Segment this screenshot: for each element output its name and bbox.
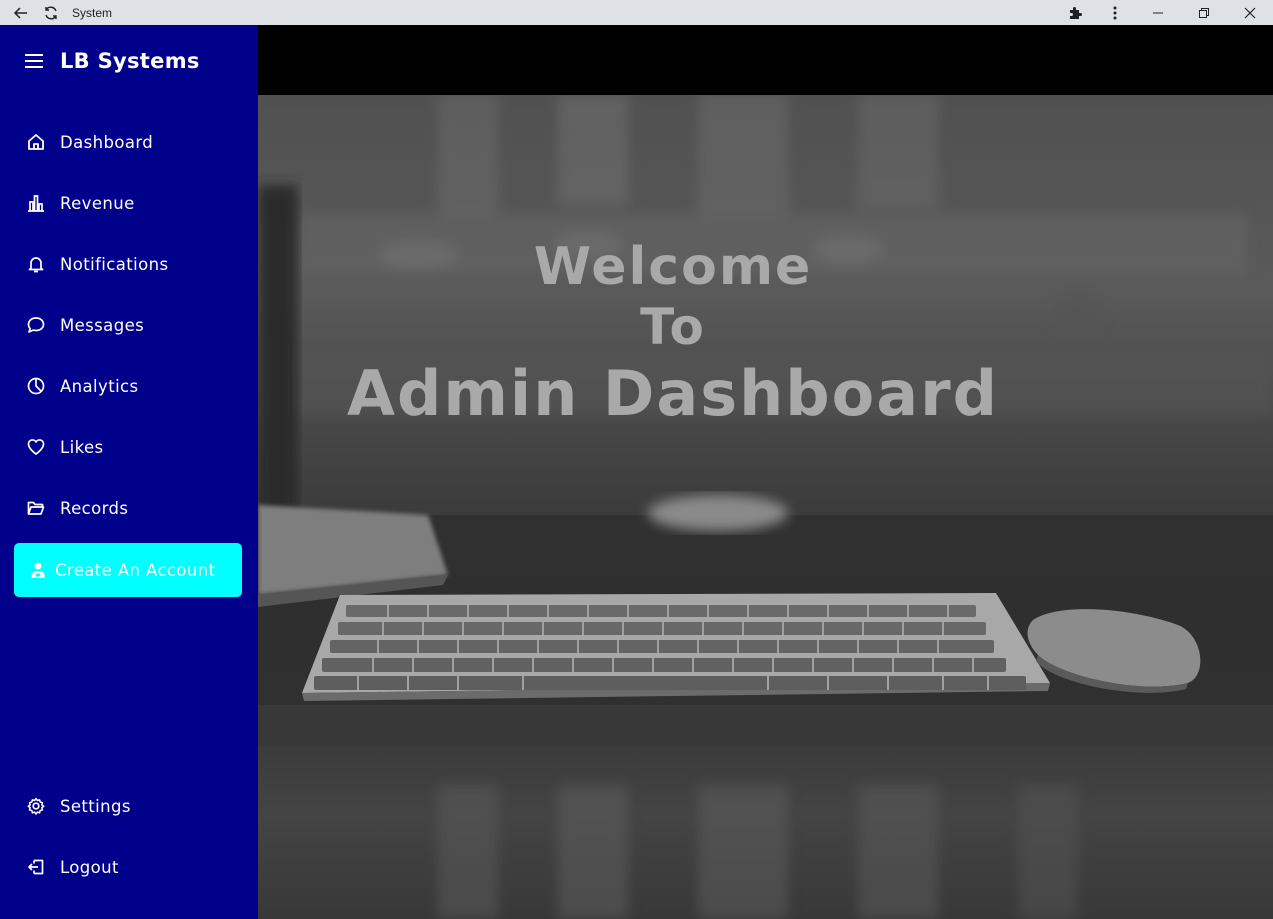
sidebar-item-label: Likes bbox=[60, 437, 104, 457]
sidebar: LB Systems Dashboard Revenue Notificatio… bbox=[0, 25, 258, 919]
sidebar-item-analytics[interactable]: Analytics bbox=[0, 364, 258, 408]
close-button[interactable] bbox=[1227, 0, 1273, 25]
lower-background bbox=[258, 745, 1273, 919]
hamburger-menu-icon[interactable] bbox=[24, 51, 44, 71]
user-icon bbox=[28, 560, 48, 580]
sidebar-item-label: Notifications bbox=[60, 254, 169, 274]
extensions-button[interactable] bbox=[1055, 0, 1095, 25]
sidebar-item-messages[interactable]: Messages bbox=[0, 303, 258, 347]
sidebar-item-records[interactable]: Records bbox=[0, 486, 258, 530]
reload-button[interactable] bbox=[40, 2, 62, 24]
browser-titlebar: System bbox=[0, 0, 1273, 25]
sidebar-item-settings[interactable]: Settings bbox=[0, 784, 258, 828]
restore-icon bbox=[1199, 7, 1209, 18]
sidebar-item-label: Dashboard bbox=[60, 132, 154, 152]
sidebar-item-label: Settings bbox=[60, 796, 131, 816]
sidebar-item-notifications[interactable]: Notifications bbox=[0, 242, 258, 286]
home-icon bbox=[25, 131, 47, 153]
sidebar-item-label: Analytics bbox=[60, 376, 139, 396]
create-account-label: Create An Account bbox=[55, 560, 216, 580]
minimize-button[interactable] bbox=[1135, 0, 1181, 25]
welcome-line: Welcome bbox=[533, 237, 813, 297]
bar-chart-icon bbox=[25, 192, 47, 214]
browser-title: System bbox=[72, 5, 113, 20]
bell-icon bbox=[25, 253, 47, 275]
brand-name: LB Systems bbox=[60, 49, 200, 73]
puzzle-icon bbox=[1070, 6, 1082, 19]
top-bar bbox=[258, 25, 1273, 95]
back-button[interactable] bbox=[10, 2, 32, 24]
sidebar-item-label: Messages bbox=[60, 315, 145, 335]
logout-icon bbox=[25, 856, 47, 878]
hero-banner: Welcome To Admin Dashboard bbox=[258, 95, 1273, 745]
sidebar-item-dashboard[interactable]: Dashboard bbox=[0, 120, 258, 164]
brand-header: LB Systems bbox=[0, 25, 258, 97]
menu-button[interactable] bbox=[1095, 0, 1135, 25]
sidebar-item-logout[interactable]: Logout bbox=[0, 845, 258, 889]
to-line: To bbox=[640, 298, 706, 356]
folder-icon bbox=[25, 497, 47, 519]
restore-button[interactable] bbox=[1181, 0, 1227, 25]
pie-chart-icon bbox=[25, 375, 47, 397]
heart-icon bbox=[25, 436, 47, 458]
kebab-menu-icon bbox=[1113, 6, 1117, 19]
sidebar-item-likes[interactable]: Likes bbox=[0, 425, 258, 469]
sidebar-item-label: Records bbox=[60, 498, 129, 518]
minimize-icon bbox=[1153, 12, 1163, 13]
back-arrow-icon bbox=[13, 6, 27, 19]
reload-icon bbox=[45, 6, 57, 19]
sidebar-item-revenue[interactable]: Revenue bbox=[0, 181, 258, 225]
chat-icon bbox=[25, 314, 47, 336]
close-icon bbox=[1244, 7, 1256, 18]
sidebar-item-label: Logout bbox=[60, 857, 119, 877]
admin-dashboard-line: Admin Dashboard bbox=[346, 357, 1000, 430]
create-account-button[interactable]: Create An Account bbox=[14, 543, 242, 597]
sidebar-item-label: Revenue bbox=[60, 193, 135, 213]
gear-icon bbox=[25, 795, 47, 817]
